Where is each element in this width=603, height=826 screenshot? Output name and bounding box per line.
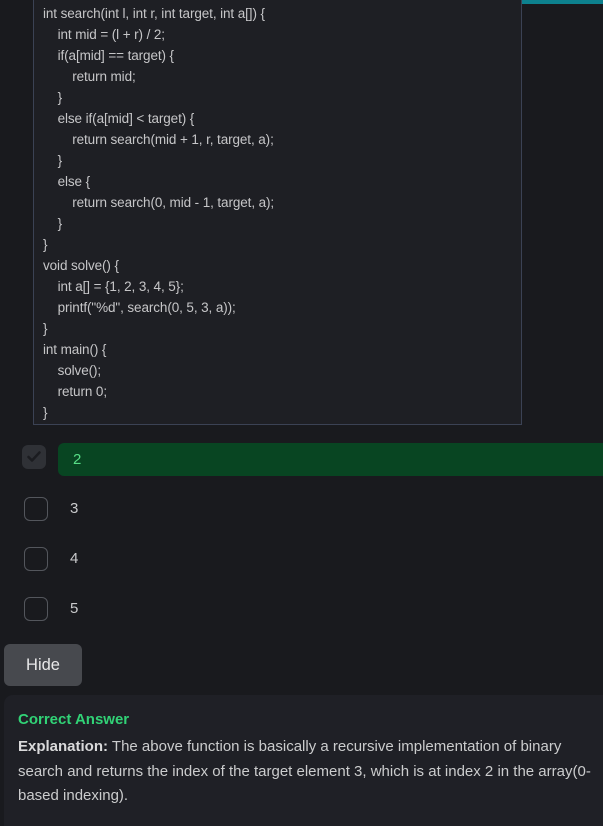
explanation-text: Explanation: The above function is basic… (18, 735, 600, 809)
code-line: } (43, 150, 515, 171)
answer-option-4[interactable]: 4 (70, 547, 78, 571)
code-line: int a[] = {1, 2, 3, 4, 5}; (43, 276, 515, 297)
hide-button[interactable]: Hide (4, 644, 82, 686)
code-line: return 0; (43, 381, 515, 402)
answer-checkbox-3[interactable] (24, 497, 48, 521)
result-panel: Correct Answer Explanation: The above fu… (4, 695, 603, 826)
code-block: int search(int l, int r, int target, int… (33, 0, 522, 425)
code-line: } (43, 318, 515, 339)
code-line: } (43, 87, 515, 108)
quiz-screen: int search(int l, int r, int target, int… (0, 0, 603, 826)
code-line: solve(); (43, 360, 515, 381)
code-line: else if(a[mid] < target) { (43, 108, 515, 129)
code-line: } (43, 402, 515, 423)
code-line: printf("%d", search(0, 5, 3, a)); (43, 297, 515, 318)
answer-option-5[interactable]: 5 (70, 597, 78, 621)
code-line: void solve() { (43, 255, 515, 276)
code-line: int mid = (l + r) / 2; (43, 24, 515, 45)
code-line: return mid; (43, 66, 515, 87)
answer-option-2[interactable]: 2 (58, 443, 603, 476)
answer-label: 2 (73, 451, 81, 468)
code-line: return search(mid + 1, r, target, a); (43, 129, 515, 150)
code-line: } (43, 213, 515, 234)
code-line: return search(0, mid - 1, target, a); (43, 192, 515, 213)
top-button-fragment-right[interactable] (513, 0, 603, 4)
code-line: else { (43, 171, 515, 192)
code-line: int search(int l, int r, int target, int… (43, 3, 515, 24)
answer-checkbox-4[interactable] (24, 547, 48, 571)
explanation-label: Explanation: (18, 738, 108, 755)
answer-option-3[interactable]: 3 (70, 497, 78, 521)
code-line: if(a[mid] == target) { (43, 45, 515, 66)
answer-checkbox-5[interactable] (24, 597, 48, 621)
answer-checkbox-2[interactable] (22, 445, 46, 469)
correct-answer-title: Correct Answer (18, 711, 129, 728)
code-line: int main() { (43, 339, 515, 360)
code-line: } (43, 234, 515, 255)
check-icon (27, 451, 41, 463)
